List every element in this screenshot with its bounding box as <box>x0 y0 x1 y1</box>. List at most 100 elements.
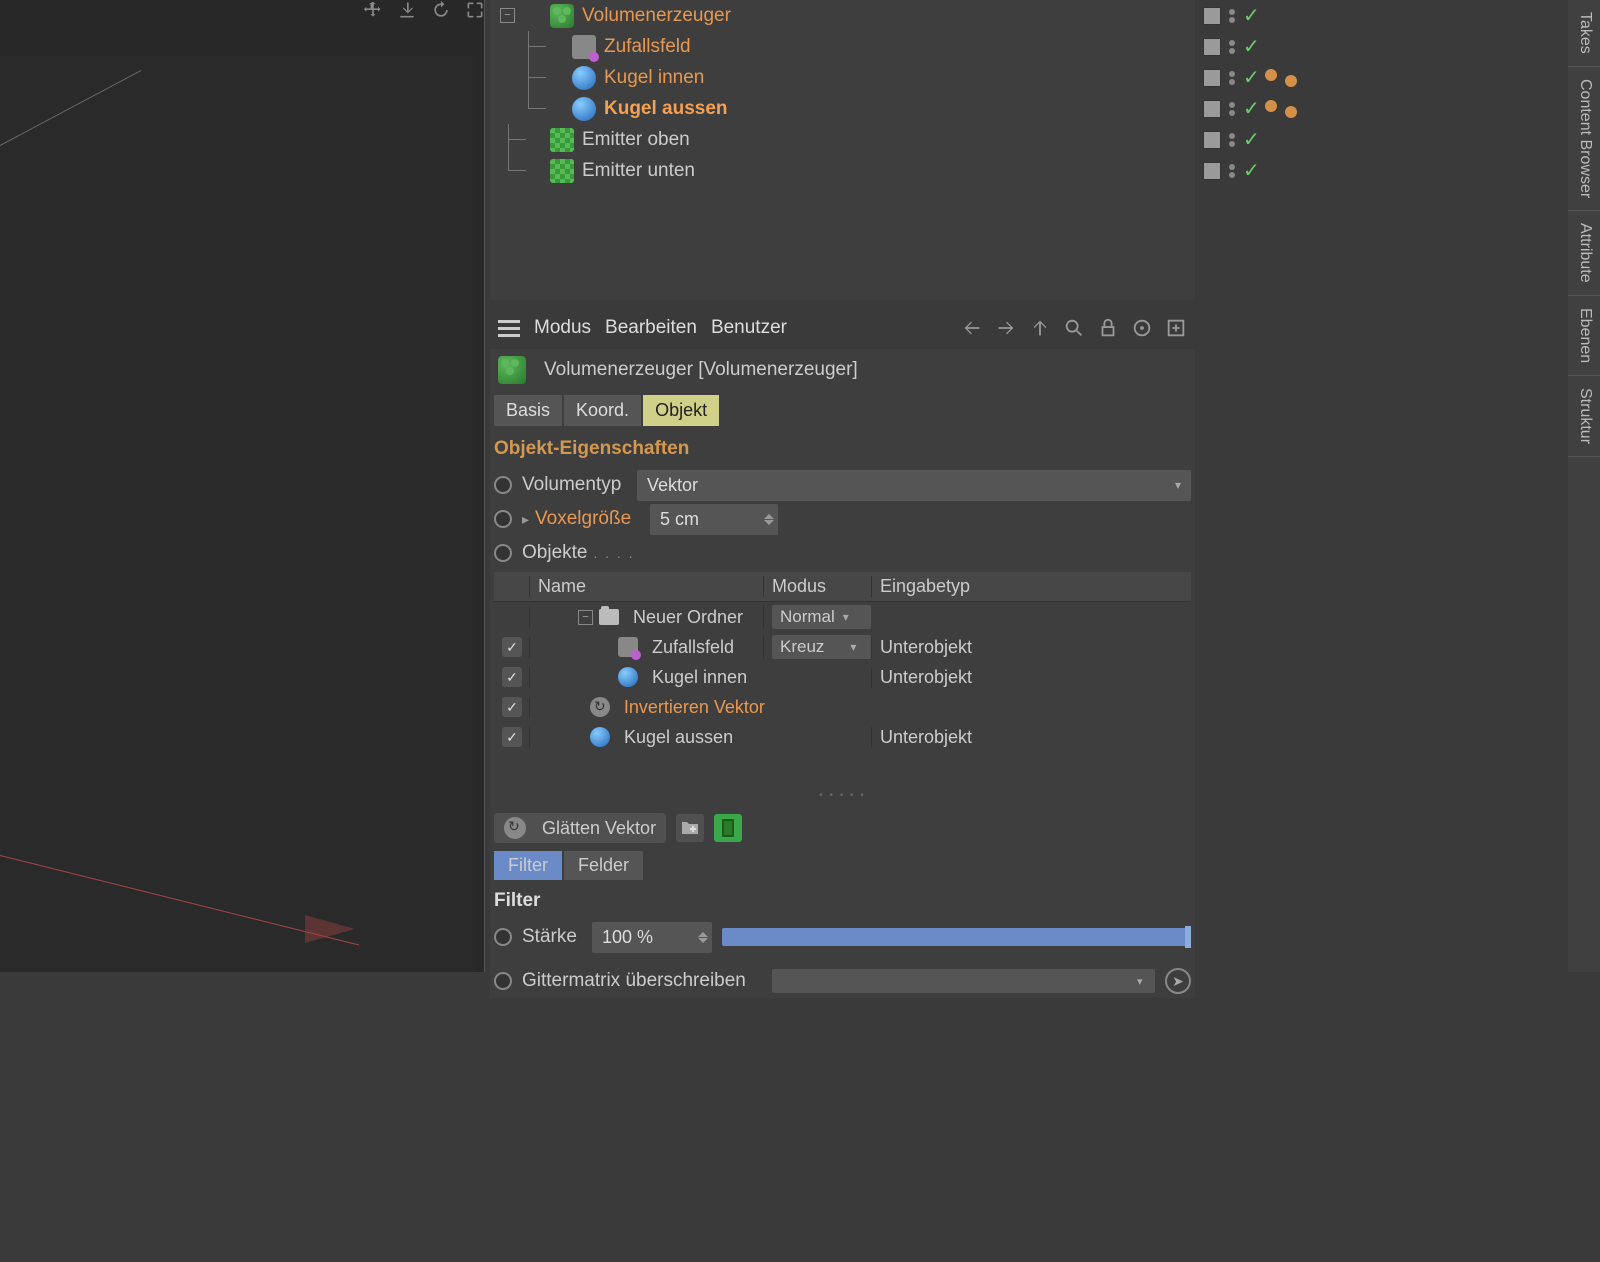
visibility-check[interactable]: ✓ <box>1243 158 1260 183</box>
tab-felder[interactable]: Felder <box>564 851 643 880</box>
layer-toggle[interactable] <box>1203 100 1221 118</box>
add-folder-button[interactable] <box>676 814 704 842</box>
visibility-check[interactable]: ✓ <box>1243 127 1260 152</box>
layer-toggle[interactable] <box>1203 131 1221 149</box>
hamburger-icon[interactable] <box>498 320 520 337</box>
prop-label: Voxelgröße <box>535 508 640 530</box>
spinner-up[interactable] <box>698 932 708 937</box>
row-checkbox[interactable]: ✓ <box>502 637 522 657</box>
frame-icon[interactable] <box>462 0 488 20</box>
obj-row-emitter-unten[interactable]: Emitter unten ✓ <box>490 155 1195 186</box>
sphere-icon <box>618 667 638 687</box>
lock-icon[interactable] <box>1097 317 1119 339</box>
objects-list: Name Modus Eingabetyp − Neuer Ordner Nor… <box>490 570 1195 807</box>
obj-row-kugel-aussen[interactable]: Kugel aussen ✓ <box>490 93 1195 124</box>
mode-dropdown[interactable]: Normal▾ <box>772 605 871 629</box>
side-tab-takes[interactable]: Takes <box>1568 0 1600 67</box>
visibility-check[interactable]: ✓ <box>1243 96 1260 121</box>
search-icon[interactable] <box>1063 317 1085 339</box>
list-item-label: Zufallsfeld <box>652 637 734 658</box>
col-mode[interactable]: Modus <box>763 576 871 597</box>
side-tab-struktur[interactable]: Struktur <box>1568 376 1600 457</box>
col-name[interactable]: Name <box>529 576 763 597</box>
visibility-check[interactable]: ✓ <box>1243 65 1260 90</box>
anim-radio[interactable] <box>494 544 512 562</box>
layer-toggle[interactable] <box>1203 69 1221 87</box>
prop-label: Stärke <box>522 926 582 948</box>
filter-toolbar: Glätten Vektor <box>490 807 1195 849</box>
strength-slider[interactable] <box>722 928 1191 946</box>
anim-radio[interactable] <box>494 972 512 990</box>
filter-chip-glaetten[interactable]: Glätten Vektor <box>494 813 666 843</box>
obj-row-volumenerzeuger[interactable]: − Volumenerzeuger ✓ <box>490 0 1195 31</box>
menu-benutzer[interactable]: Benutzer <box>711 317 787 339</box>
object-tags[interactable] <box>1265 100 1297 118</box>
obj-label: Kugel innen <box>604 67 704 89</box>
dropdown-value: Vektor <box>647 475 698 496</box>
tree-expand-toggle[interactable]: − <box>578 610 593 625</box>
prop-label: Objekte <box>522 542 635 564</box>
side-tab-ebenen[interactable]: Ebenen <box>1568 296 1600 376</box>
tab-basis[interactable]: Basis <box>494 395 562 426</box>
voxel-input[interactable]: 5 cm <box>650 504 778 535</box>
obj-row-emitter-oben[interactable]: Emitter oben ✓ <box>490 124 1195 155</box>
layer-toggle[interactable] <box>1203 162 1221 180</box>
list-row-folder[interactable]: − Neuer Ordner Normal▾ <box>494 602 1191 632</box>
viewport-canvas[interactable] <box>0 55 474 972</box>
list-row-kugel-aussen[interactable]: ✓ Kugel aussen Unterobjekt <box>494 722 1191 752</box>
volumentyp-dropdown[interactable]: Vektor ▾ <box>637 470 1191 501</box>
gittermatrix-linkbox[interactable]: ▾ <box>772 969 1155 993</box>
obj-label: Zufallsfeld <box>604 36 691 58</box>
mode-dropdown[interactable]: Kreuz▾ <box>772 635 871 659</box>
nav-up-icon[interactable] <box>1029 317 1051 339</box>
anim-radio[interactable] <box>494 928 512 946</box>
side-tab-attribute[interactable]: Attribute <box>1568 211 1600 296</box>
add-item-button[interactable] <box>714 814 742 842</box>
new-tab-icon[interactable] <box>1165 317 1187 339</box>
target-icon[interactable] <box>1131 317 1153 339</box>
list-item-label: Neuer Ordner <box>633 607 743 628</box>
object-manager: − Volumenerzeuger ✓ Zufallsfeld ✓ Kugel … <box>490 0 1195 300</box>
tab-objekt[interactable]: Objekt <box>643 395 719 426</box>
spinner-down[interactable] <box>764 520 774 525</box>
nav-forward-icon[interactable] <box>995 317 1017 339</box>
visibility-check[interactable]: ✓ <box>1243 34 1260 59</box>
tab-koord[interactable]: Koord. <box>564 395 641 426</box>
visibility-check[interactable]: ✓ <box>1243 3 1260 28</box>
expand-triangle-icon[interactable]: ▸ <box>522 511 529 528</box>
resize-handle[interactable]: • • • • • <box>494 786 1191 805</box>
col-input[interactable]: Eingabetyp <box>871 576 1191 597</box>
list-row-invertieren[interactable]: ✓ Invertieren Vektor <box>494 692 1191 722</box>
viewport-3d[interactable] <box>0 0 485 972</box>
layer-toggle[interactable] <box>1203 7 1221 25</box>
rotate-icon[interactable] <box>428 0 454 20</box>
row-checkbox[interactable]: ✓ <box>502 727 522 747</box>
anim-radio[interactable] <box>494 476 512 494</box>
emitter-icon <box>550 128 574 152</box>
layer-toggle[interactable] <box>1203 38 1221 56</box>
chevron-down-icon[interactable]: ▾ <box>1137 975 1155 988</box>
obj-row-kugel-innen[interactable]: Kugel innen ✓ <box>490 62 1195 93</box>
spinner-up[interactable] <box>764 514 774 519</box>
tab-filter[interactable]: Filter <box>494 851 562 880</box>
menu-bearbeiten[interactable]: Bearbeiten <box>605 317 697 339</box>
volume-icon <box>550 4 574 28</box>
tree-expand-toggle[interactable]: − <box>500 8 515 23</box>
side-tab-content-browser[interactable]: Content Browser <box>1568 67 1600 211</box>
row-checkbox[interactable]: ✓ <box>502 667 522 687</box>
menu-modus[interactable]: Modus <box>534 317 591 339</box>
anim-radio[interactable] <box>494 510 512 528</box>
list-row-kugel-innen[interactable]: ✓ Kugel innen Unterobjekt <box>494 662 1191 692</box>
list-row-zufallsfeld[interactable]: ✓ Zufallsfeld Kreuz▾ Unterobjekt <box>494 632 1191 662</box>
prop-voxelgroesse: ▸ Voxelgröße 5 cm <box>490 502 1195 536</box>
download-icon[interactable] <box>394 0 420 20</box>
spinner-down[interactable] <box>698 938 708 943</box>
row-checkbox[interactable]: ✓ <box>502 697 522 717</box>
nav-back-icon[interactable] <box>961 317 983 339</box>
obj-row-zufallsfeld[interactable]: Zufallsfeld ✓ <box>490 31 1195 62</box>
picker-button[interactable]: ➤ <box>1165 968 1191 994</box>
object-tags[interactable] <box>1265 69 1297 87</box>
move-icon[interactable] <box>360 0 386 20</box>
strength-input[interactable]: 100 % <box>592 922 712 953</box>
slider-thumb[interactable] <box>1185 926 1191 948</box>
